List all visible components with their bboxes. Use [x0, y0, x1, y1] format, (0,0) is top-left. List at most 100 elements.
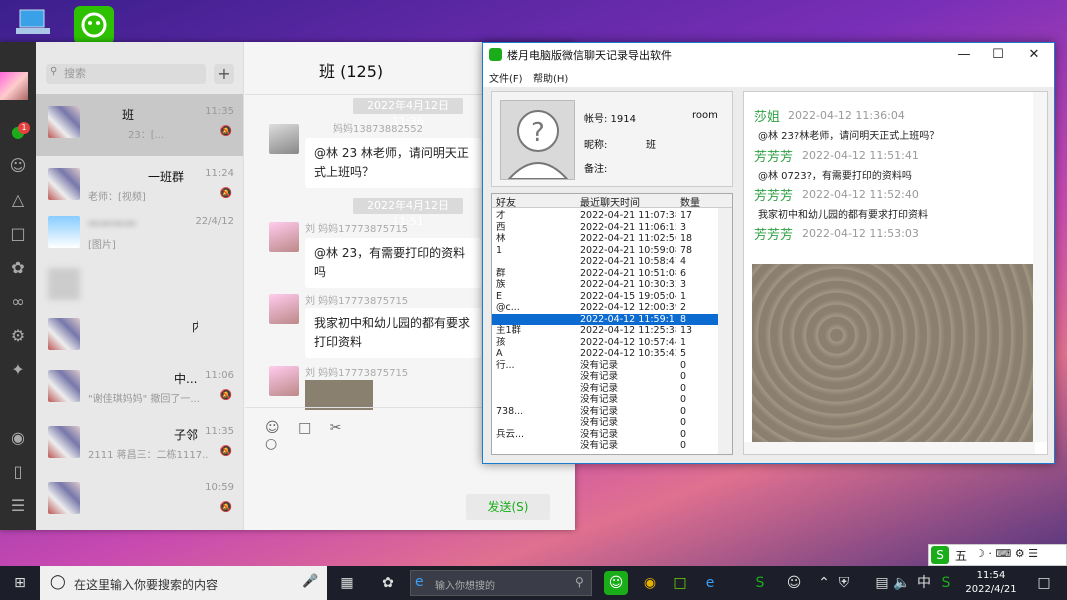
phone-icon[interactable]: ▯: [6, 460, 30, 484]
mini-programs-icon[interactable]: ⚙: [6, 324, 30, 348]
table-row[interactable]: 没有记录 0: [492, 394, 718, 406]
user-avatar[interactable]: [0, 72, 28, 100]
screenshot-icon[interactable]: ✂: [330, 420, 342, 436]
column-header[interactable]: 最近聊天时间: [580, 194, 640, 209]
chat-history-icon[interactable]: ○: [265, 436, 277, 452]
security-icon[interactable]: ⛨: [832, 571, 856, 595]
message-bubble[interactable]: 我家初中和幼儿园的都有要求打印资料: [305, 308, 481, 358]
image-message[interactable]: [752, 264, 1034, 442]
table-row[interactable]: E 2022-04-15 19:05:04 1: [492, 291, 718, 303]
sogou-icon[interactable]: S: [931, 546, 949, 564]
table-row[interactable]: 才 2022-04-21 11:07:38 17: [492, 210, 718, 222]
menu-file[interactable]: 文件(F): [489, 70, 523, 85]
table-row[interactable]: A 2022-04-12 10:35:42 5: [492, 348, 718, 360]
conversation-preview: 老师：[视频]: [88, 192, 146, 203]
edge-browser-icon[interactable]: e: [698, 571, 722, 595]
taskbar-search[interactable]: ◯ 在这里输入你要搜索的内容 🎤: [40, 566, 327, 600]
contacts-icon[interactable]: ☺: [6, 154, 30, 178]
table-cell: 0: [680, 394, 687, 405]
close-button[interactable]: ✕: [1017, 43, 1051, 67]
table-cell: 0: [680, 428, 687, 440]
table-cell: 0: [680, 417, 687, 428]
scrollbar[interactable]: [744, 442, 1035, 454]
conversation-item[interactable]: 10:59 🔕: [36, 470, 243, 530]
conversation-item[interactable]: 班 11:35 23：[... 🔕: [36, 94, 243, 156]
conversation-item[interactable]: 子邻... 11:35 2111 蒋昌三：二栋1117... 🔕: [36, 414, 243, 476]
ime-tools-icon[interactable]: ☽ · ⌨ ⚙ ☰: [975, 547, 1038, 560]
ime-tray-icon[interactable]: S: [934, 571, 958, 595]
table-row[interactable]: 主1群 2022-04-12 11:25:38 13: [492, 325, 718, 337]
wechat-sidebar-nav: ● 1 ☺ △ □ ✿ ∞ ⚙ ✦ ◉ ▯ ☰: [0, 42, 36, 530]
wechat-taskbar-icon[interactable]: ☺: [604, 571, 628, 595]
message-sender: 芳芳芳: [754, 228, 794, 243]
file-icon[interactable]: □: [298, 420, 311, 436]
add-button[interactable]: +: [214, 64, 234, 84]
channels-icon[interactable]: ∞: [6, 290, 30, 314]
moments-icon[interactable]: ✿: [6, 256, 30, 280]
minimize-button[interactable]: —: [947, 43, 981, 67]
avatar[interactable]: [269, 294, 299, 324]
table-row[interactable]: 林 2022-04-21 11:02:56 18: [492, 233, 718, 245]
mute-icon: 🔕: [219, 188, 232, 199]
message-bubble[interactable]: @林 23 林老师，请问明天正式上班吗？: [305, 138, 481, 188]
emoji-icon[interactable]: ☺: [265, 420, 280, 436]
microphone-icon[interactable]: 🎤: [302, 574, 318, 589]
menu-icon[interactable]: ☰: [6, 494, 30, 518]
table-row[interactable]: 行... 没有记录 0: [492, 360, 718, 372]
app-icon[interactable]: ◉: [638, 571, 662, 595]
start-icon[interactable]: ⊞: [8, 571, 32, 595]
table-cell: 没有记录: [580, 382, 619, 394]
clock[interactable]: 11:54 2022/4/21: [956, 569, 1026, 597]
table-row[interactable]: 群 2022-04-21 10:51:08 6: [492, 268, 718, 280]
table-row[interactable]: 738... 没有记录 0: [492, 406, 718, 418]
table-row[interactable]: 没有记录 0: [492, 383, 718, 395]
sogou-tray-icon[interactable]: S: [748, 571, 772, 595]
avatar: [48, 268, 80, 300]
table-row[interactable]: 兵云... 没有记录 0: [492, 429, 718, 441]
table-row[interactable]: 西 2022-04-21 11:06:15 3: [492, 222, 718, 234]
wechat-desktop-icon[interactable]: [74, 6, 114, 44]
menu-help[interactable]: 帮助(H): [533, 70, 568, 85]
send-button[interactable]: 发送(S): [466, 494, 550, 520]
app-icon[interactable]: □: [668, 571, 692, 595]
search-icon: ◯: [50, 574, 66, 590]
this-pc-icon[interactable]: [14, 8, 52, 40]
avatar[interactable]: [269, 222, 299, 252]
avatar[interactable]: [269, 366, 299, 396]
table-row[interactable]: 2022-04-12 11:59:11 8: [492, 313, 718, 325]
avatar: [48, 106, 80, 138]
pinned-app-icon[interactable]: ✿: [376, 571, 400, 595]
table-row[interactable]: 没有记录 0: [492, 417, 718, 429]
mini-program-icon[interactable]: ◉: [6, 426, 30, 450]
column-header[interactable]: 好友: [496, 194, 516, 209]
image-message[interactable]: [305, 380, 373, 410]
table-cell: 2022-04-21 10:59:08: [580, 244, 676, 256]
avatar: [48, 426, 80, 458]
folder-icon[interactable]: □: [6, 222, 30, 246]
favorites-icon[interactable]: △: [6, 188, 30, 212]
table-row[interactable]: 2022-04-21 10:58:47 4: [492, 256, 718, 268]
scrollbar[interactable]: [718, 208, 732, 454]
table-row[interactable]: 没有记录 0: [492, 440, 718, 452]
maximize-button[interactable]: ☐: [981, 43, 1015, 67]
notification-icon[interactable]: □: [1032, 571, 1056, 595]
people-icon[interactable]: ☺: [782, 571, 806, 595]
column-header[interactable]: 数量: [680, 194, 700, 209]
search-input[interactable]: 搜索: [46, 64, 206, 84]
table-row[interactable]: 没有记录 0: [492, 371, 718, 383]
avatar[interactable]: [269, 124, 299, 154]
task-view-icon[interactable]: ▦: [335, 571, 359, 595]
look-icon[interactable]: ✦: [6, 358, 30, 382]
table-row[interactable]: 1 2022-04-21 10:59:08 78: [492, 245, 718, 257]
table-row[interactable]: 族 2022-04-21 10:30:32 3: [492, 279, 718, 291]
message-bubble[interactable]: @林 23，有需要打印的资料吗: [305, 238, 481, 288]
table-row[interactable]: 孩 2022-04-12 10:57:44 1: [492, 337, 718, 349]
language-indicator[interactable]: 中: [912, 571, 936, 595]
conversation-item[interactable]: 中... 11:06 "谢佳琪妈妈" 撤回了一... 🔕: [36, 358, 243, 420]
ime-mode[interactable]: 五: [955, 547, 967, 564]
address-bar[interactable]: e 输入你想搜的 ⚲: [410, 570, 592, 596]
table-row[interactable]: @c... 2022-04-12 12:00:39 2: [492, 302, 718, 314]
volume-icon[interactable]: 🔈: [890, 571, 914, 595]
scrollbar[interactable]: [1033, 92, 1047, 442]
exporter-window: 楼月电脑版微信聊天记录导出软件 — ☐ ✕ 文件(F) 帮助(H) ? 帐号: …: [482, 42, 1055, 464]
